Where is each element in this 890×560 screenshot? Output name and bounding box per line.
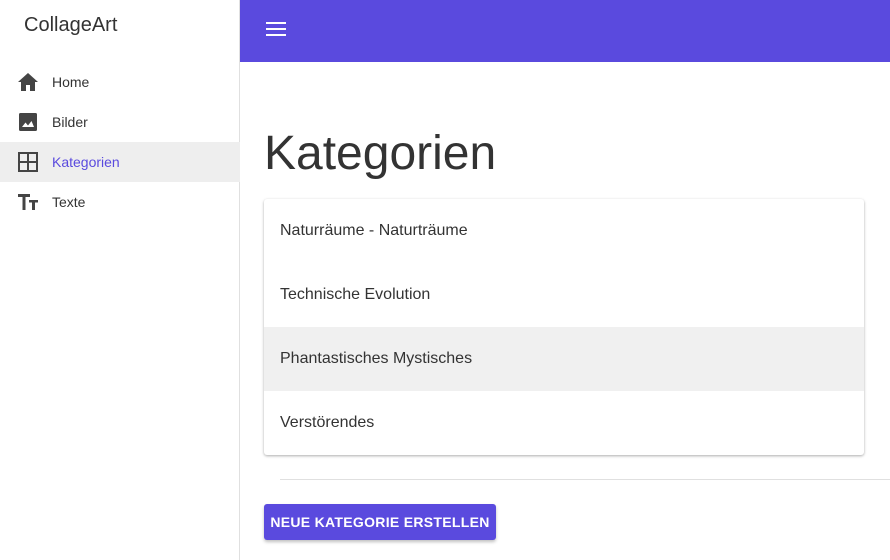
- create-category-button[interactable]: NEUE KATEGORIE ERSTELLEN: [264, 504, 496, 540]
- category-list-item[interactable]: Technische Evolution: [264, 263, 864, 327]
- app-title: CollageArt: [24, 14, 118, 36]
- image-icon: [18, 112, 38, 132]
- page-title: Kategorien: [264, 127, 497, 180]
- sidebar-item-kategorien[interactable]: Kategorien: [0, 142, 240, 182]
- category-list: Naturräume - Naturträume Technische Evol…: [264, 199, 864, 455]
- sidebar-item-texte[interactable]: Texte: [0, 182, 240, 222]
- sidebar-item-label: Bilder: [52, 114, 88, 130]
- hamburger-menu-icon: [266, 21, 286, 41]
- category-list-item[interactable]: Phantastisches Mystisches: [264, 327, 864, 391]
- sidebar-item-label: Kategorien: [52, 154, 120, 170]
- category-list-item[interactable]: Verstörendes: [264, 391, 864, 455]
- menu-button[interactable]: [264, 19, 288, 43]
- grid-icon: [18, 152, 38, 172]
- text-fields-icon: [18, 192, 38, 212]
- home-icon: [18, 72, 38, 92]
- category-list-item[interactable]: Naturräume - Naturträume: [264, 199, 864, 263]
- sidebar-item-bilder[interactable]: Bilder: [0, 102, 240, 142]
- sidebar-item-label: Home: [52, 74, 90, 90]
- sidebar: CollageArt Home Bilder Kategorien Texte: [0, 0, 240, 560]
- sidebar-item-home[interactable]: Home: [0, 62, 240, 102]
- sidebar-nav: Home Bilder Kategorien Texte: [0, 62, 240, 222]
- divider: [280, 479, 890, 480]
- sidebar-item-label: Texte: [52, 194, 86, 210]
- top-app-bar: [240, 0, 890, 62]
